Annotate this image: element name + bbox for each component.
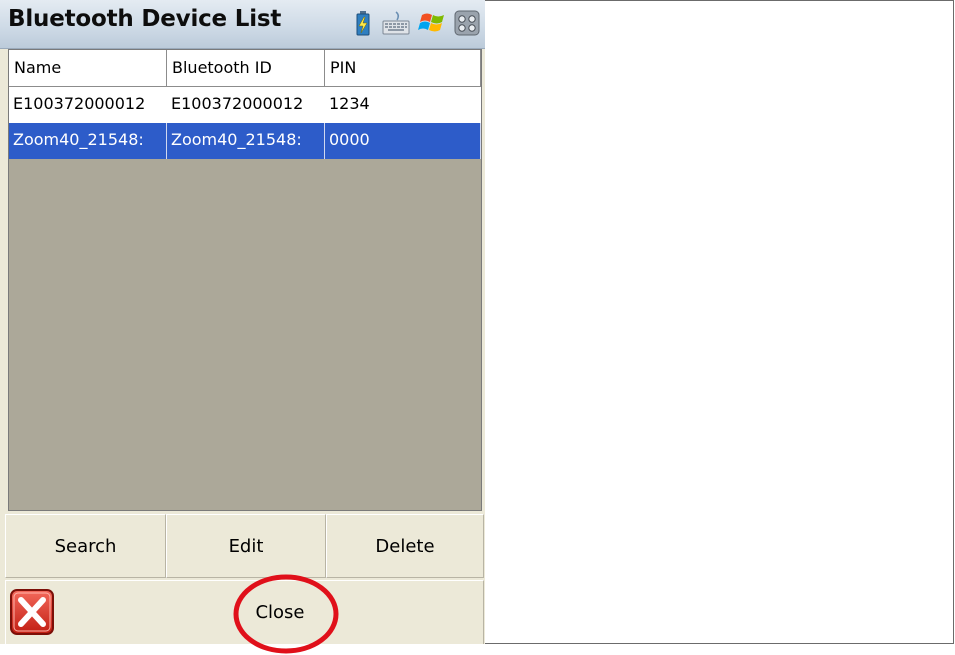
column-header-bluetooth-id[interactable]: Bluetooth ID	[167, 50, 325, 86]
windows-start-icon[interactable]	[418, 10, 448, 36]
device-list-view[interactable]: Name Bluetooth ID PIN E100372000012 E100…	[8, 49, 482, 511]
close-button[interactable]: Close	[160, 580, 400, 644]
delete-button[interactable]: Delete	[326, 514, 484, 578]
cell-name: E100372000012	[13, 94, 146, 113]
list-header: Name Bluetooth ID PIN	[9, 50, 481, 87]
bluetooth-device-list-window: Bluetooth Device List Name Bluetooth ID …	[0, 0, 485, 654]
cell-pin: 1234	[329, 94, 370, 113]
column-header-pin[interactable]: PIN	[325, 50, 481, 86]
close-x-icon[interactable]	[9, 588, 55, 636]
cell-bluetooth-id: E100372000012	[171, 94, 304, 113]
column-header-name[interactable]: Name	[9, 50, 167, 86]
table-row-selected[interactable]: Zoom40_21548: Zoom40_21548: 0000	[9, 123, 481, 159]
keyboard-icon[interactable]	[382, 10, 410, 36]
cell-name: Zoom40_21548:	[9, 123, 167, 159]
edit-button[interactable]: Edit	[166, 514, 326, 578]
cell-pin: 0000	[325, 123, 481, 159]
search-button[interactable]: Search	[5, 514, 166, 578]
table-row[interactable]: E100372000012 E100372000012 1234	[9, 87, 481, 123]
title-bar: Bluetooth Device List	[0, 0, 485, 49]
cell-bluetooth-id: Zoom40_21548:	[167, 123, 325, 159]
connectivity-icon[interactable]	[454, 10, 480, 36]
window-title: Bluetooth Device List	[8, 6, 282, 32]
battery-charging-icon[interactable]	[356, 10, 370, 36]
